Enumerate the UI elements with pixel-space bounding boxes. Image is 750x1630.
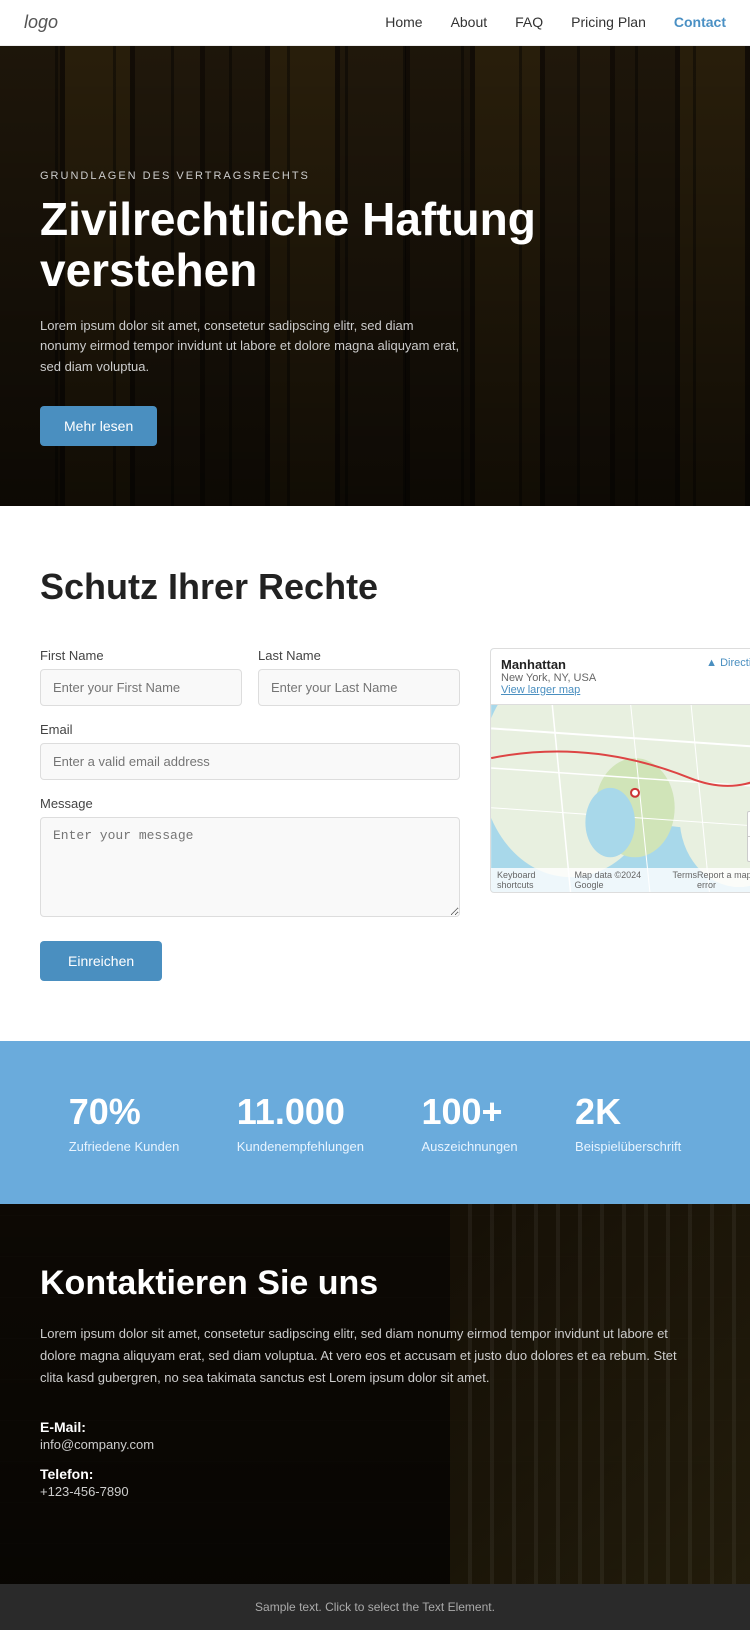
navbar: logo Home About FAQ Pricing Plan Contact	[0, 0, 750, 46]
nav-about[interactable]: About	[451, 14, 488, 30]
hero-section: GRUNDLAGEN DES VERTRAGSRECHTS Zivilrecht…	[0, 46, 750, 506]
map-header: ▲ Directions Manhattan New York, NY, USA…	[491, 649, 750, 705]
hero-button[interactable]: Mehr lesen	[40, 406, 157, 446]
name-row: First Name Last Name	[40, 648, 460, 706]
email-detail: E-Mail: info@company.com	[40, 1419, 710, 1452]
footer: Sample text. Click to select the Text El…	[0, 1584, 750, 1630]
hero-subtitle: GRUNDLAGEN DES VERTRAGSRECHTS	[40, 170, 560, 182]
first-name-label: First Name	[40, 648, 242, 663]
contact-form: First Name Last Name Email Message Einre…	[40, 648, 460, 981]
stat-item-3: 100+ Auszeichnungen	[421, 1091, 517, 1154]
phone-detail-label: Telefon:	[40, 1466, 710, 1482]
map-terms: Terms	[673, 870, 698, 890]
submit-button[interactable]: Einreichen	[40, 941, 162, 981]
email-input[interactable]	[40, 743, 460, 780]
message-group: Message	[40, 796, 460, 917]
contact-form-section: Schutz Ihrer Rechte First Name Last Name…	[0, 506, 750, 1041]
phone-detail-value: +123-456-7890	[40, 1484, 710, 1499]
map-data: Map data ©2024 Google	[574, 870, 672, 890]
stat-number-4: 2K	[575, 1091, 681, 1133]
nav-faq[interactable]: FAQ	[515, 14, 543, 30]
logo: logo	[24, 12, 58, 33]
stat-label-1: Zufriedene Kunden	[69, 1139, 180, 1154]
stat-label-4: Beispielüberschrift	[575, 1139, 681, 1154]
map-footer: Keyboard shortcuts Map data ©2024 Google…	[491, 868, 750, 892]
last-name-input[interactable]	[258, 669, 460, 706]
phone-detail: Telefon: +123-456-7890	[40, 1466, 710, 1499]
map-view-larger[interactable]: View larger map	[501, 684, 750, 696]
email-detail-value: info@company.com	[40, 1437, 710, 1452]
first-name-input[interactable]	[40, 669, 242, 706]
hero-title: Zivilrechtliche Haftung verstehen	[40, 194, 560, 295]
map-report: Report a map error	[697, 870, 750, 890]
stat-item-1: 70% Zufriedene Kunden	[69, 1091, 180, 1154]
contact-info-title: Kontaktieren Sie uns	[40, 1264, 710, 1303]
email-detail-label: E-Mail:	[40, 1419, 710, 1435]
hero-description: Lorem ipsum dolor sit amet, consetetur s…	[40, 316, 460, 378]
footer-text[interactable]: Sample text. Click to select the Text El…	[16, 1600, 734, 1614]
nav-pricing[interactable]: Pricing Plan	[571, 14, 646, 30]
stat-number-2: 11.000	[237, 1091, 364, 1133]
stat-number-3: 100+	[421, 1091, 517, 1133]
map-keyboard-shortcuts: Keyboard shortcuts	[497, 870, 574, 890]
email-group: Email	[40, 722, 460, 780]
map-inner: ▲ Directions Manhattan New York, NY, USA…	[491, 649, 750, 892]
stat-label-3: Auszeichnungen	[421, 1139, 517, 1154]
contact-layout: First Name Last Name Email Message Einre…	[40, 648, 710, 981]
last-name-label: Last Name	[258, 648, 460, 663]
email-label: Email	[40, 722, 460, 737]
map-location-sub: New York, NY, USA	[501, 672, 750, 684]
contact-info-description: Lorem ipsum dolor sit amet, consetetur s…	[40, 1323, 690, 1389]
nav-home[interactable]: Home	[385, 14, 422, 30]
nav-links: Home About FAQ Pricing Plan Contact	[385, 14, 726, 32]
contact-info-section: Kontaktieren Sie uns Lorem ipsum dolor s…	[0, 1204, 750, 1584]
stat-item-2: 11.000 Kundenempfehlungen	[237, 1091, 364, 1154]
contact-form-title: Schutz Ihrer Rechte	[40, 566, 710, 608]
map-container: ▲ Directions Manhattan New York, NY, USA…	[490, 648, 750, 893]
last-name-group: Last Name	[258, 648, 460, 706]
stats-section: 70% Zufriedene Kunden 11.000 Kundenempfe…	[0, 1041, 750, 1204]
message-input[interactable]	[40, 817, 460, 917]
nav-contact[interactable]: Contact	[674, 14, 726, 30]
hero-content: GRUNDLAGEN DES VERTRAGSRECHTS Zivilrecht…	[0, 170, 600, 446]
map-directions-link[interactable]: ▲ Directions	[706, 657, 750, 669]
message-label: Message	[40, 796, 460, 811]
stat-item-4: 2K Beispielüberschrift	[575, 1091, 681, 1154]
stat-number-1: 70%	[69, 1091, 180, 1133]
contact-info-content: Kontaktieren Sie uns Lorem ipsum dolor s…	[40, 1264, 710, 1499]
stat-label-2: Kundenempfehlungen	[237, 1139, 364, 1154]
first-name-group: First Name	[40, 648, 242, 706]
